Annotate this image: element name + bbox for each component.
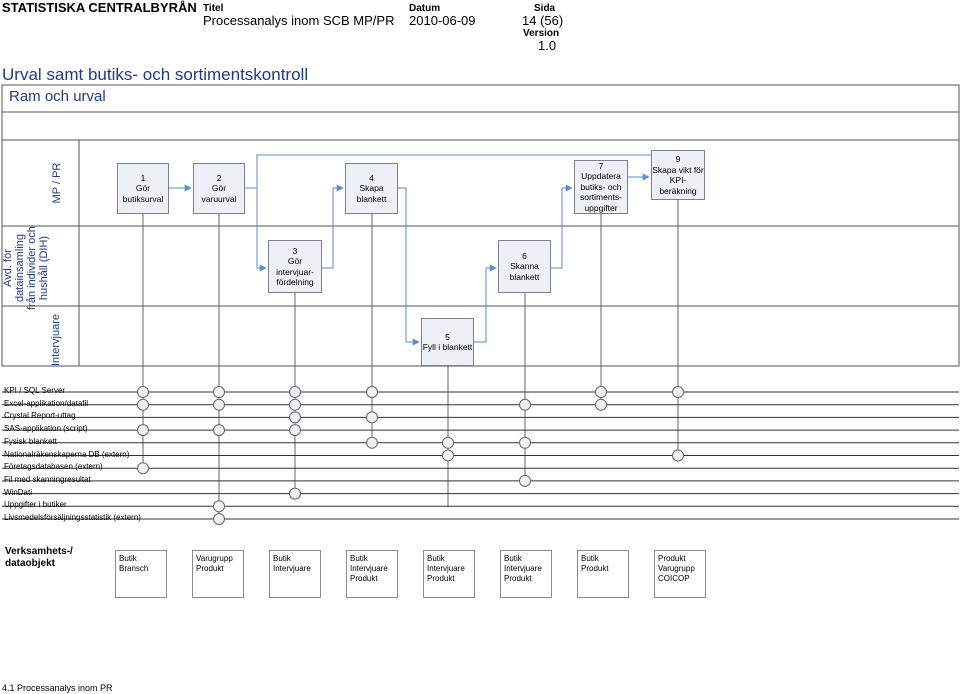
step-number: 6 [522,250,527,261]
system-label: Fysisk blankett [4,436,57,446]
system-usage-node [519,474,531,487]
step-text: Skanna blankett [509,261,540,282]
system-usage-node [137,386,149,398]
system-usage-node [519,398,531,411]
lane-label-intervjuare: Intervjuare [50,314,62,366]
data-object-box: Butik Intervjuare Produkt [423,550,475,598]
system-usage-node [213,398,225,411]
step-7-uppdatera-butiks-och-sortimentsuppgifter[interactable]: 7 Uppdatera butiks- och sortiments-uppgif… [574,160,628,214]
step-text: Fyll i blankett [422,342,473,352]
objects-heading: Verksamhets-/ dataobjekt [5,546,73,569]
data-object-box: Butik Produkt [577,550,629,598]
system-usage-node [213,386,225,398]
step-9-skapa-vikt-for-kpi-berakning[interactable]: 9 Skapa vikt för KPI-beräkning [651,150,705,200]
data-object-box: Butik Intervjuare Produkt [500,550,552,598]
step-text: Skapa blankett [356,183,387,204]
system-usage-node [289,398,301,411]
data-object-box: Varugrupp Produkt [192,550,244,598]
system-usage-node [595,398,607,411]
system-label: Uppgifter i butiker [4,500,67,510]
system-label: Crystal Report-uttag [4,411,76,421]
system-usage-node [672,386,684,398]
step-text: Skapa vikt för KPI-beräkning [652,164,704,196]
system-label: KPI / SQL Server [4,386,66,395]
system-usage-node [672,449,684,462]
system-usage-node [289,424,301,437]
system-usage-node [442,449,454,462]
system-usage-node [366,411,378,424]
system-usage-node [289,411,301,424]
step-text: Gör butiksurval [122,183,164,204]
system-usage-node [213,500,225,513]
system-usage-node [442,436,454,449]
data-object-box: Butik Intervjuare Produkt [346,550,398,598]
system-usage-node [137,398,149,411]
lane-label-mp-pr: MP / PR [51,162,63,204]
step-number: 9 [675,154,681,164]
system-label: Fil med skanningresultat [4,474,91,484]
system-label: Nationalräkenskaperna DB (extern) [4,449,130,459]
step-text: Uppdatera butiks- och sortiments-uppgift… [579,171,623,213]
system-usage-node [289,386,301,398]
system-label: Livsmedelsförsäljningsstatistik (extern) [4,513,141,522]
system-label: Företagsdatabasen (extern) [4,462,103,472]
system-usage-node [137,424,149,437]
step-1-gor-butiksurval[interactable]: 1 Gör butiksurval [117,163,169,214]
step-number: 5 [445,331,450,342]
system-label: WinDati [4,487,33,497]
step-text: Gör intervjuar-fördelning [276,256,314,287]
step-6-skanna-blankett[interactable]: 6 Skanna blankett [498,240,551,293]
system-usage-node [595,386,607,398]
step-number: 2 [216,172,222,183]
step-drop-lines [142,200,679,519]
step-text: Gör varuurval [201,183,237,204]
system-usage-node [213,424,225,437]
system-usage-node [289,487,301,500]
system-label: Excel-applikation/datafil [4,398,89,408]
data-object-box: Butik Intervjuare [269,550,321,598]
step-number: 4 [369,172,374,183]
system-usage-node [366,386,378,398]
step-5-fyll-i-blankett[interactable]: 5 Fyll i blankett [421,318,474,366]
step-3-gor-intervjuarfordelning[interactable]: 3 Gör intervjuar-fördelning [268,240,322,293]
system-usage-node [213,513,225,525]
frame-title: Ram och urval [9,88,106,105]
lane-label-dih: Avd. för datainsamling från individer oc… [2,226,50,310]
system-usage-node [137,462,149,475]
step-number: 7 [598,160,604,171]
step-number: 1 [140,172,146,183]
system-usage-node [366,436,378,449]
system-label: SAS-applikation (script) [4,424,88,434]
step-4-skapa-blankett[interactable]: 4 Skapa blankett [345,163,398,214]
footer-caption: 4.1 Processanalys inom PR [2,683,113,693]
step-number: 3 [292,245,298,256]
system-usage-node [519,436,531,449]
step-2-gor-varuurval[interactable]: 2 Gör varuurval [193,163,245,214]
data-object-box: Butik Bransch [115,550,167,598]
data-object-box: Produkt Varugrupp COICOP [654,550,706,598]
